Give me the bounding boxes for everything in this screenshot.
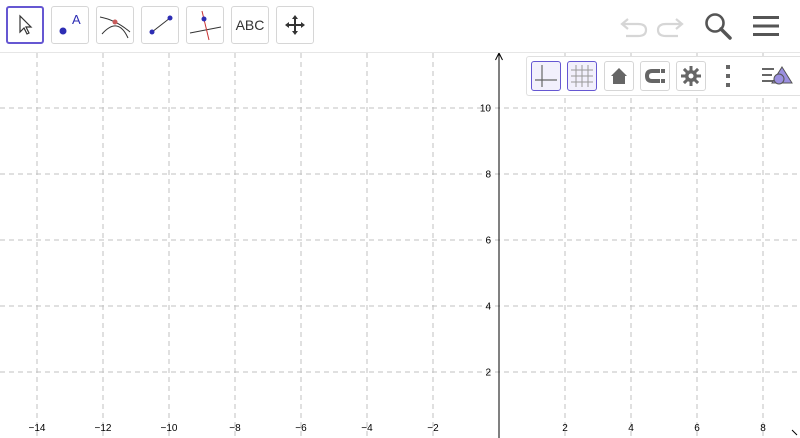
y-tick-label: 6 xyxy=(485,236,491,247)
perpendicular-tool-button[interactable] xyxy=(186,6,224,44)
move-graphics-tool-button[interactable] xyxy=(276,6,314,44)
menu-button[interactable] xyxy=(748,8,784,44)
point-icon: A xyxy=(59,12,81,35)
search-icon xyxy=(705,13,732,40)
perpendicular-line-icon xyxy=(189,10,222,41)
grid xyxy=(0,53,800,438)
x-tick-label: −8 xyxy=(229,423,241,434)
redo-icon xyxy=(656,18,684,38)
y-tick-label: 10 xyxy=(480,104,492,115)
style-panel-icon xyxy=(762,66,793,85)
menu-icon xyxy=(753,16,779,36)
home-icon xyxy=(611,68,627,84)
grid-icon xyxy=(571,65,593,87)
more-options-button[interactable] xyxy=(713,61,743,91)
y-tick-label: 2 xyxy=(485,368,491,379)
toggle-grid-button[interactable] xyxy=(567,61,597,91)
style-panel-button[interactable] xyxy=(759,61,795,91)
graphics-style-bar xyxy=(526,56,800,96)
gear-icon xyxy=(681,66,701,86)
search-button[interactable] xyxy=(700,8,736,44)
x-tick-label: 8 xyxy=(760,423,766,434)
graphics-view[interactable]: −14 −12 −10 −8 −6 −4 −2 2 4 6 8 2 4 6 8 10 xyxy=(0,53,800,438)
redo-button[interactable] xyxy=(652,8,688,44)
text-tool-button[interactable]: ABC xyxy=(231,6,269,44)
home-view-button[interactable] xyxy=(604,61,634,91)
move-arrows-icon xyxy=(285,15,305,35)
undo-button[interactable] xyxy=(616,8,652,44)
tick-labels: −14 −12 −10 −8 −6 −4 −2 2 4 6 8 2 4 6 8 10 xyxy=(29,104,767,435)
x-tick-label: 6 xyxy=(694,423,700,434)
point-tool-label: A xyxy=(72,12,81,27)
x-tick-label: −12 xyxy=(95,423,112,434)
move-tool-button[interactable] xyxy=(6,6,44,44)
more-vertical-icon xyxy=(726,65,730,87)
axes-icon xyxy=(535,65,557,87)
toolbar: A ABC xyxy=(0,0,800,53)
y-tick-label: 4 xyxy=(485,302,491,313)
magnet-icon xyxy=(645,69,665,83)
settings-button[interactable] xyxy=(676,61,706,91)
undo-icon xyxy=(620,18,648,38)
x-tick-label: −2 xyxy=(427,423,439,434)
x-axis-arrow xyxy=(791,429,798,436)
segment-tool-button[interactable] xyxy=(141,6,179,44)
x-tick-label: 2 xyxy=(562,423,568,434)
x-tick-label: −14 xyxy=(29,423,46,434)
arrow-cursor-icon xyxy=(19,14,33,35)
axes xyxy=(495,53,798,438)
x-tick-label: −6 xyxy=(295,423,307,434)
x-tick-label: −4 xyxy=(361,423,373,434)
x-tick-label: −10 xyxy=(161,423,178,434)
intersect-tool-button[interactable] xyxy=(96,6,134,44)
snap-button[interactable] xyxy=(640,61,670,91)
toggle-axes-button[interactable] xyxy=(531,61,561,91)
segment-icon xyxy=(149,15,173,35)
x-tick-label: 4 xyxy=(628,423,634,434)
text-tool-label: ABC xyxy=(235,17,265,33)
y-tick-label: 8 xyxy=(485,170,491,181)
intersect-icon xyxy=(99,16,131,39)
point-tool-button[interactable]: A xyxy=(51,6,89,44)
